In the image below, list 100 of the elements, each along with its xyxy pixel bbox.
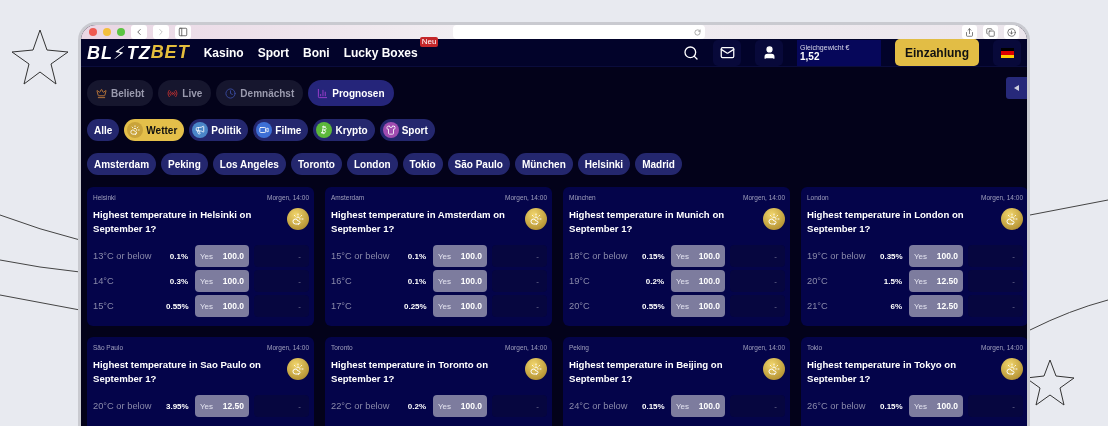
option-chance: 1.5%: [882, 276, 902, 286]
tabs-icon: [986, 27, 995, 37]
yes-button[interactable]: Yes 100.0: [671, 295, 725, 317]
yes-button[interactable]: Yes 12.50: [909, 270, 963, 292]
collapse-button[interactable]: [1006, 77, 1027, 99]
yes-button[interactable]: Yes 100.0: [195, 270, 249, 292]
no-button[interactable]: -: [492, 270, 547, 292]
city-chip[interactable]: Peking: [161, 153, 208, 175]
close-window-icon[interactable]: [89, 28, 97, 36]
yes-button[interactable]: Yes 100.0: [671, 395, 725, 417]
download-button[interactable]: [1004, 25, 1019, 39]
tabs-button[interactable]: [983, 25, 998, 39]
sidebar-button[interactable]: [175, 25, 191, 39]
category-chip[interactable]: Alle: [87, 119, 120, 141]
no-button[interactable]: -: [730, 270, 785, 292]
sun-cloud-icon: [287, 208, 309, 230]
city-chip[interactable]: London: [346, 153, 398, 175]
tab[interactable]: Demnächst: [216, 80, 304, 106]
city-chip[interactable]: Toronto: [290, 153, 342, 175]
nav-link[interactable]: Boni: [303, 45, 330, 60]
option-chance: 6%: [889, 301, 902, 311]
back-button[interactable]: [131, 25, 147, 39]
sun-cloud-icon: [525, 208, 547, 230]
city-chip[interactable]: Tokio: [402, 153, 443, 175]
no-button[interactable]: -: [968, 395, 1023, 417]
nav-link[interactable]: Kasino: [203, 45, 244, 60]
category-chip[interactable]: Wetter: [124, 119, 185, 141]
city-chip[interactable]: Madrid: [635, 153, 682, 175]
user-button[interactable]: [755, 39, 783, 66]
no-button[interactable]: -: [730, 395, 785, 417]
reload-icon[interactable]: [694, 28, 701, 36]
tab[interactable]: Live: [158, 80, 212, 106]
yes-button[interactable]: Yes 100.0: [909, 245, 963, 267]
share-button[interactable]: [962, 25, 977, 39]
no-button[interactable]: -: [968, 245, 1023, 267]
no-button[interactable]: -: [492, 245, 547, 267]
bar-chart-icon: [317, 87, 329, 99]
tab[interactable]: Beliebt: [87, 80, 154, 106]
search-icon[interactable]: [683, 44, 699, 61]
deposit-button[interactable]: Einzahlung: [895, 39, 979, 66]
sun-cloud-icon: [525, 358, 547, 380]
no-button[interactable]: -: [968, 295, 1023, 317]
yes-button[interactable]: Yes 100.0: [195, 295, 249, 317]
city-chip[interactable]: München: [514, 153, 573, 175]
logo[interactable]: BL⚡TZBET: [87, 41, 190, 64]
option-chance: 3.95%: [166, 401, 188, 411]
sidebar-icon: [178, 27, 188, 37]
option-chance: 0.15%: [642, 251, 664, 261]
option-chance: 0.15%: [642, 401, 664, 411]
city-chip[interactable]: Amsterdam: [87, 153, 157, 175]
option-chance: 0.1%: [406, 276, 426, 286]
language-button[interactable]: [993, 39, 1021, 66]
yes-button[interactable]: Yes 100.0: [433, 245, 487, 267]
market-question: Highest temperature in Tokyo on September 1?: [807, 358, 958, 386]
market-question: Highest temperature in Sao Paulo on September 1?: [93, 358, 262, 386]
city-chip[interactable]: Helsinki: [577, 153, 631, 175]
yes-button[interactable]: Yes 12.50: [195, 395, 249, 417]
option-label: 24°C or below: [569, 401, 629, 411]
yes-button[interactable]: Yes 12.50: [909, 295, 963, 317]
no-button[interactable]: -: [254, 395, 309, 417]
yes-button[interactable]: Yes 100.0: [671, 270, 725, 292]
share-icon: [965, 27, 974, 37]
city-chip[interactable]: Los Angeles: [212, 153, 286, 175]
option-chance: 0.3%: [168, 276, 188, 286]
yes-button[interactable]: Yes 100.0: [433, 270, 487, 292]
no-button[interactable]: -: [254, 295, 309, 317]
yes-button[interactable]: Yes 100.0: [433, 295, 487, 317]
yes-button[interactable]: Yes 100.0: [433, 395, 487, 417]
no-button[interactable]: -: [730, 245, 785, 267]
sun-cloud-icon: [1001, 208, 1023, 230]
option-label: 17°C: [331, 301, 353, 311]
yes-button[interactable]: Yes 100.0: [909, 395, 963, 417]
balance-value: 1,52: [800, 50, 820, 62]
nav-link[interactable]: Sport: [257, 45, 289, 60]
no-button[interactable]: -: [254, 270, 309, 292]
option-label: 15°C or below: [331, 251, 391, 261]
yes-button[interactable]: Yes 100.0: [671, 245, 725, 267]
no-button[interactable]: -: [730, 295, 785, 317]
option-label: 15°C: [93, 301, 115, 311]
mail-button[interactable]: [713, 39, 741, 66]
market-question: Highest temperature in London on September 1?: [807, 208, 965, 236]
no-button[interactable]: -: [492, 395, 547, 417]
broadcast-icon: [167, 87, 179, 99]
category-chip[interactable]: Politik: [189, 119, 249, 141]
yes-button[interactable]: Yes 100.0: [195, 245, 249, 267]
city-chip[interactable]: São Paulo: [447, 153, 510, 175]
no-button[interactable]: -: [492, 295, 547, 317]
category-chip[interactable]: Krypto: [313, 119, 375, 141]
clock-icon: [225, 87, 237, 99]
market-question: Highest temperature in Beijing on September 1?: [569, 358, 724, 386]
nav-link[interactable]: Lucky Boxes: [343, 45, 418, 60]
category-chip[interactable]: Filme: [253, 119, 309, 141]
no-button[interactable]: -: [968, 270, 1023, 292]
no-button[interactable]: -: [254, 245, 309, 267]
triangle-left-icon: [1014, 85, 1019, 91]
option-label: 20°C: [569, 301, 591, 311]
tab[interactable]: Prognosen: [308, 80, 394, 106]
category-chip[interactable]: Sport: [379, 119, 435, 141]
sun-cloud-icon: [1001, 358, 1023, 380]
option-label: 19°C: [569, 276, 591, 286]
